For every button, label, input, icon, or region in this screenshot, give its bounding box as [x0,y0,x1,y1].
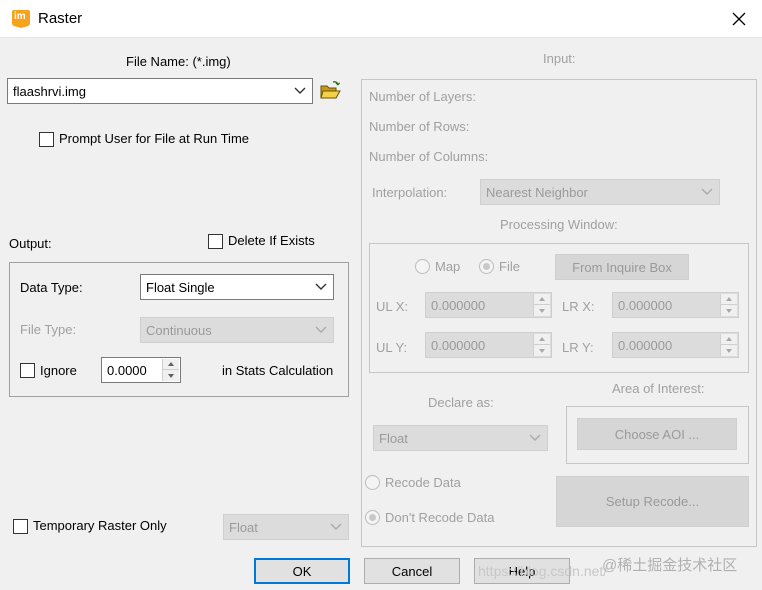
interpolation-label: Interpolation: [372,185,448,200]
stepper-down-button[interactable] [721,305,737,316]
delete-if-exists-label: Delete If Exists [228,233,315,248]
map-radio[interactable] [415,259,430,274]
chevron-down-icon [529,434,541,441]
chevron-down-icon [330,523,342,530]
output-label: Output: [9,236,52,251]
area-of-interest-label: Area of Interest: [612,381,705,396]
stepper-up-button[interactable] [163,359,179,370]
app-icon-text: im [14,11,26,22]
watermark-url: https://blog.csdn.net/ [478,563,608,579]
file-label: File [499,259,520,274]
number-of-rows-label: Number of Rows: [369,119,470,134]
data-type-value: Float Single [146,279,215,295]
open-folder-icon [320,81,341,99]
lrx-value: 0.000000 [618,297,673,313]
choose-aoi-button[interactable]: Choose AOI ... [577,418,737,450]
recode-data-label: Recode Data [385,475,461,490]
uly-label: UL Y: [376,340,408,355]
file-name-combo[interactable]: flaashrvi.img [7,78,313,104]
uly-stepper[interactable]: 0.000000 [425,332,552,358]
ignore-value: 0.0000 [107,362,147,378]
stepper-up-button[interactable] [721,334,737,345]
ignore-value-stepper[interactable]: 0.0000 [101,357,181,383]
lry-label: LR Y: [562,340,594,355]
ignore-label: Ignore [40,363,77,378]
chevron-down-icon [315,326,327,333]
stepper-up-button[interactable] [721,294,737,305]
stepper-up-button[interactable] [534,334,550,345]
file-radio[interactable] [479,259,494,274]
interpolation-value: Nearest Neighbor [486,184,588,200]
temporary-type-select[interactable]: Float [223,514,349,540]
temporary-raster-label: Temporary Raster Only [33,518,167,533]
input-label: Input: [543,51,576,66]
declare-as-label: Declare as: [428,395,494,410]
processing-window-label: Processing Window: [500,217,618,232]
chevron-down-icon [315,283,327,290]
chevron-down-icon [701,188,713,195]
prompt-user-checkbox[interactable] [39,132,54,147]
stepper-down-button[interactable] [534,305,550,316]
prompt-user-label: Prompt User for File at Run Time [59,131,249,146]
map-label: Map [435,259,461,274]
file-type-label: File Type: [20,322,77,337]
close-button[interactable] [722,4,756,34]
number-of-columns-label: Number of Columns: [369,149,489,164]
uly-value: 0.000000 [431,337,486,353]
chevron-down-icon [294,87,306,94]
stepper-down-button[interactable] [721,345,737,356]
interpolation-select[interactable]: Nearest Neighbor [480,179,720,205]
dont-recode-data-label: Don't Recode Data [385,510,495,525]
close-icon [732,12,746,26]
file-type-value: Continuous [146,322,212,338]
temporary-type-value: Float [229,519,258,535]
declare-as-select[interactable]: Float [373,425,548,451]
watermark-brand: @稀土掘金技术社区 [602,557,738,574]
ulx-label: UL X: [376,299,409,314]
from-inquire-box-button[interactable]: From Inquire Box [555,254,689,280]
data-type-label: Data Type: [20,280,83,295]
stepper-up-button[interactable] [534,294,550,305]
declare-as-value: Float [379,430,408,446]
ignore-checkbox[interactable] [20,363,35,378]
dont-recode-data-radio[interactable] [365,510,380,525]
ulx-value: 0.000000 [431,297,486,313]
stepper-down-button[interactable] [163,370,179,381]
app-icon: im [11,9,31,29]
lry-stepper[interactable]: 0.000000 [612,332,739,358]
title-bar: im Raster [0,0,762,38]
lry-value: 0.000000 [618,337,673,353]
lrx-label: LR X: [562,299,595,314]
file-name-value: flaashrvi.img [13,83,86,99]
ulx-stepper[interactable]: 0.000000 [425,292,552,318]
recode-data-radio[interactable] [365,475,380,490]
stats-calculation-label: in Stats Calculation [222,363,334,378]
data-type-select[interactable]: Float Single [140,274,334,300]
ok-button[interactable]: OK [254,558,350,584]
setup-recode-button[interactable]: Setup Recode... [556,476,749,527]
temporary-raster-checkbox[interactable] [13,519,28,534]
stepper-down-button[interactable] [534,345,550,356]
delete-if-exists-checkbox[interactable] [208,234,223,249]
file-name-label: File Name: (*.img) [126,54,231,69]
cancel-button[interactable]: Cancel [364,558,460,584]
lrx-stepper[interactable]: 0.000000 [612,292,739,318]
window-title: Raster [38,10,83,27]
file-type-select[interactable]: Continuous [140,317,334,343]
number-of-layers-label: Number of Layers: [369,89,476,104]
open-folder-button[interactable] [319,80,341,102]
